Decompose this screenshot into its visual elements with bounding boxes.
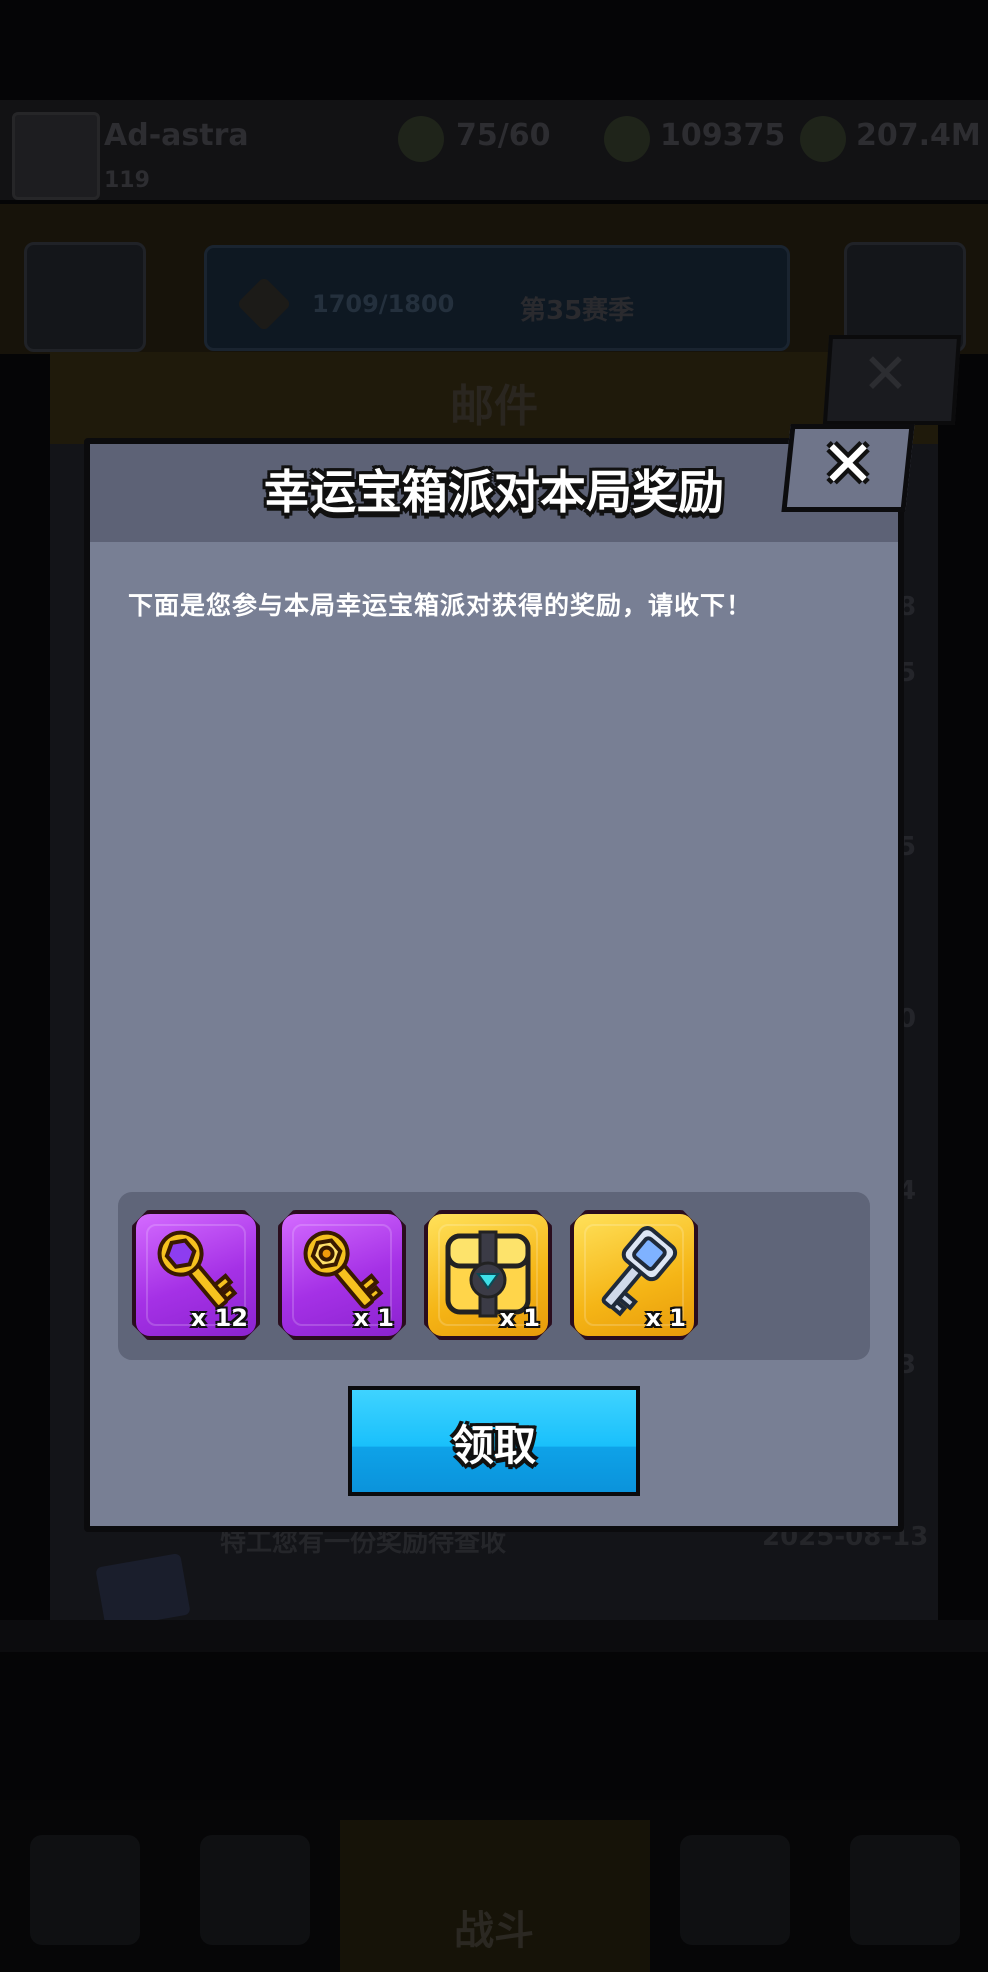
reward-item[interactable]: x 12 [132,1210,260,1340]
nav-battle-label: 战斗 [454,1908,534,1954]
season-progress-text: 1709/1800 [312,290,455,318]
close-icon: ✕ [821,428,875,502]
gem-icon [604,116,650,162]
energy-icon [398,116,444,162]
player-level: 119 [104,168,150,193]
menu-button[interactable] [24,242,146,352]
reward-quantity: x 1 [645,1304,686,1332]
gem-value: 109375 [660,118,786,153]
season-label: 第35赛季 [520,296,635,326]
nav-event-button[interactable] [850,1835,960,1945]
close-button[interactable]: ✕ [781,424,915,512]
reward-quantity: x 1 [499,1304,540,1332]
coin-icon [800,116,846,162]
reward-item[interactable]: x 1 [570,1210,698,1340]
avatar[interactable] [12,112,100,200]
reward-quantity: x 1 [353,1304,394,1332]
claim-button[interactable]: 领取 [348,1386,640,1496]
mail-footer [0,1620,988,1652]
reward-message: 下面是您参与本局幸运宝箱派对获得的奖励，请收下！ [128,591,753,620]
player-name: Ad-astra [104,118,249,153]
claim-button-label: 领取 [451,1421,536,1470]
coin-value: 207.4M [856,118,981,153]
energy-value: 75/60 [456,118,551,153]
reward-quantity: x 12 [190,1304,248,1332]
reward-item[interactable]: x 1 [424,1210,552,1340]
close-icon: ✕ [862,342,909,407]
reward-item[interactable]: x 1 [278,1210,406,1340]
dialog-title: 幸运宝箱派对本局奖励 [264,465,724,519]
season-progress-bar[interactable] [204,245,790,351]
nav-guild-button[interactable] [680,1835,790,1945]
